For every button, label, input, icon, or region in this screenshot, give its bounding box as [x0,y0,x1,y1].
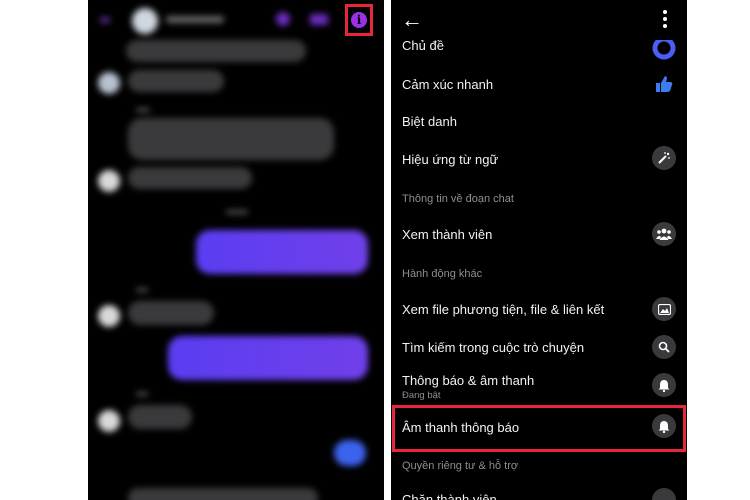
more-options-icon[interactable] [663,10,667,31]
section-other-actions: Hành động khác [402,268,483,280]
blurred-chat-content [88,0,384,500]
thumbs-up-icon [652,72,676,96]
info-icon[interactable]: i [351,12,367,28]
section-privacy-support: Quyền riêng tư & hỗ trợ [402,460,519,472]
block-member-item[interactable]: Chặn thành viên [402,492,497,500]
people-icon [652,222,676,246]
magic-wand-icon [652,146,676,170]
block-icon [652,488,676,500]
settings-header: ← [391,0,687,40]
image-icon [652,297,676,321]
view-members-item[interactable]: Xem thành viên [402,227,492,242]
back-arrow-icon[interactable]: ← [401,8,423,32]
chat-settings-screen: Chủ đề ← Cảm xúc nhanh Biệt danh Hiệu ứn… [391,0,687,500]
notifications-item[interactable]: Thông báo & âm thanh [402,373,534,388]
nickname-item[interactable]: Biệt danh [402,114,457,129]
theme-item[interactable]: Chủ đề [402,38,444,53]
quick-reaction-item[interactable]: Cảm xúc nhanh [402,77,493,92]
notifications-status: Đang bật [402,390,441,401]
bell-icon [652,373,676,397]
search-chat-item[interactable]: Tìm kiếm trong cuộc trò chuyện [402,340,584,355]
notification-sound-highlight [392,405,686,452]
search-icon [652,335,676,359]
section-chat-info: Thông tin về đoạn chat [402,193,514,205]
chat-screen: i [88,0,384,500]
chat-header [88,0,384,44]
view-media-item[interactable]: Xem file phương tiện, file & liên kết [402,302,604,317]
word-effects-item[interactable]: Hiệu ứng từ ngữ [402,152,498,167]
info-button-highlight[interactable]: i [345,4,373,36]
